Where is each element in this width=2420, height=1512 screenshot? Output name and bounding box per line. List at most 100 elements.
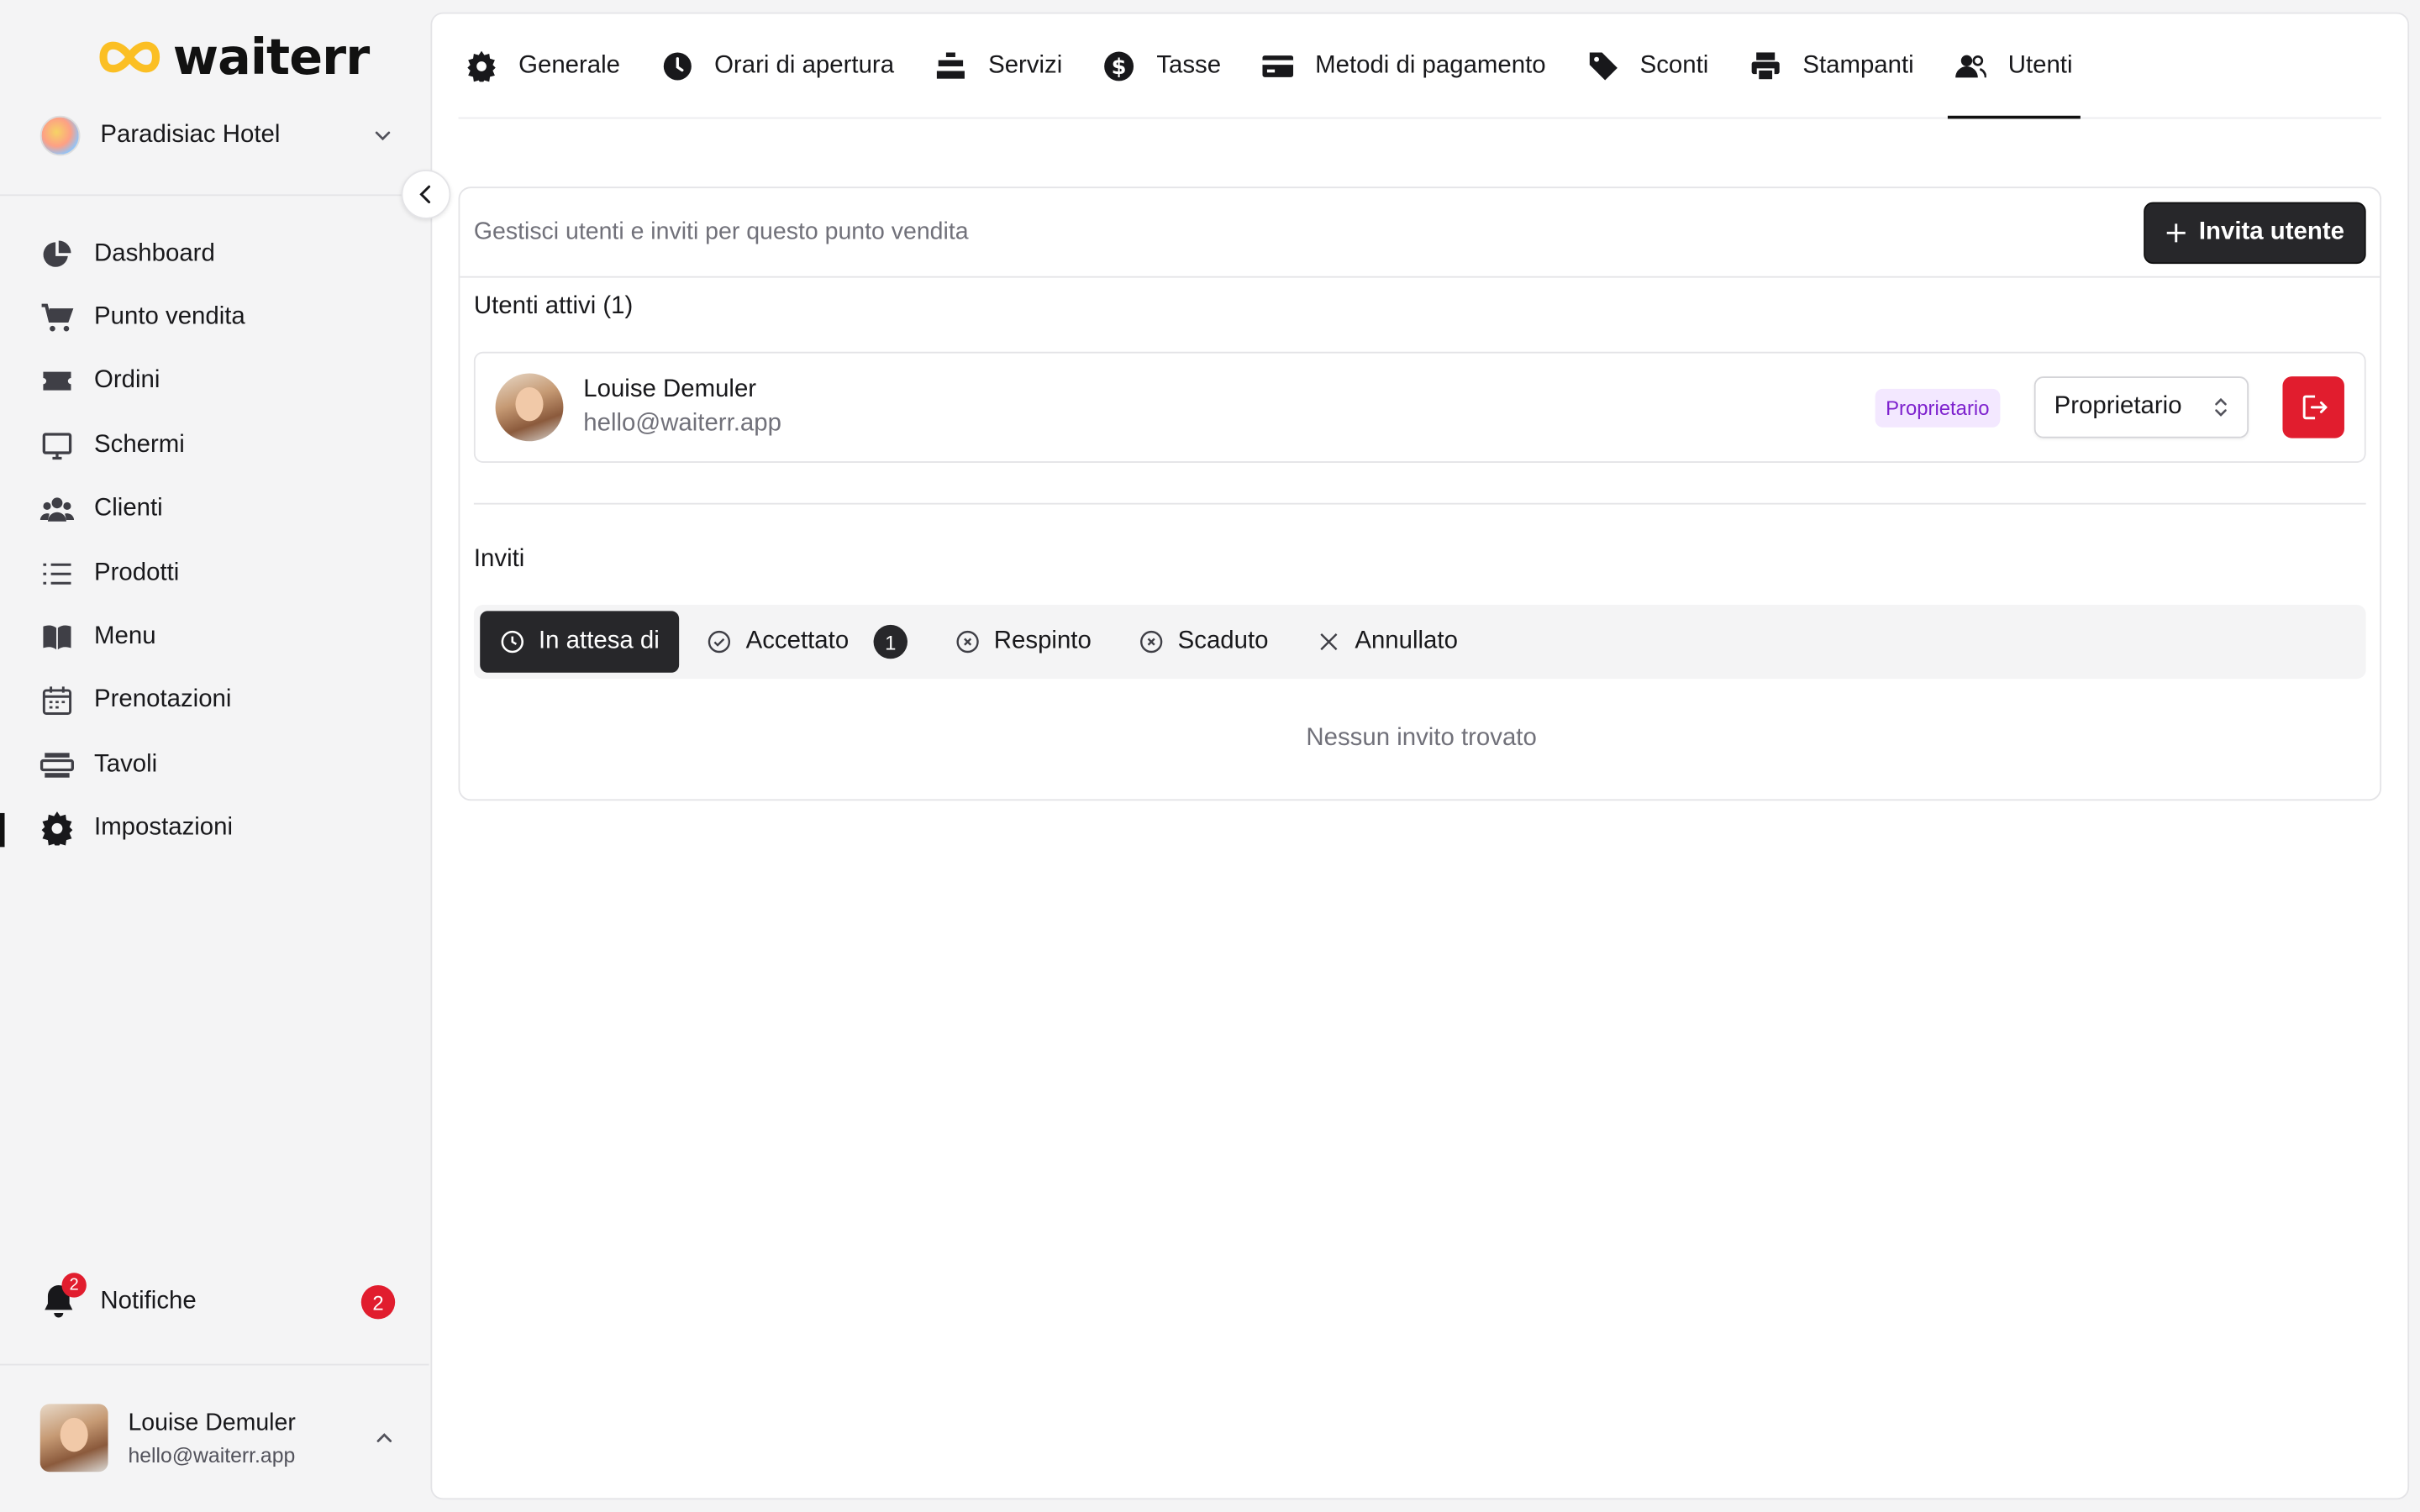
filter-count-badge: 1 (873, 624, 908, 659)
chevron-down-icon (375, 131, 391, 141)
sidebar-item-tavoli[interactable]: Tavoli (0, 733, 429, 797)
tab-metodi-pagamento[interactable]: Metodi di pagamento (1255, 14, 1553, 118)
empty-state-text: Nessun invito trovato (1306, 725, 1537, 752)
tab-orari[interactable]: Orari di apertura (654, 14, 902, 118)
user-name: Louise Demuler (583, 376, 757, 403)
filter-label: Respinto (993, 627, 1092, 654)
x-icon (1316, 629, 1340, 654)
svg-text:$: $ (1112, 54, 1127, 79)
tag-icon (1587, 50, 1618, 81)
list-icon (40, 556, 74, 590)
sidebar: waiterr Paradisiac Hotel Dashboard Punto… (0, 0, 429, 1512)
collapse-sidebar-button[interactable] (401, 170, 451, 219)
tab-label: Stampanti (1802, 51, 1914, 78)
store-switcher[interactable]: Paradisiac Hotel (39, 111, 395, 160)
role-badge: Proprietario (1875, 387, 2001, 427)
plus-icon (2166, 223, 2186, 242)
bell-badge: 2 (61, 1273, 87, 1298)
brand-logo[interactable]: waiterr (99, 28, 370, 87)
role-select-value: Proprietario (2054, 393, 2182, 420)
sidebar-nav: Dashboard Punto vendita Ordini Schermi C… (0, 222, 429, 860)
invites-title: Inviti (473, 546, 525, 573)
users-icon (39, 492, 75, 526)
notifications-label: Notifiche (100, 1288, 197, 1315)
filter-pending[interactable]: In attesa di (480, 611, 680, 673)
cloche-icon (936, 50, 967, 81)
remove-user-button[interactable] (2282, 376, 2344, 438)
tab-label: Generale (518, 51, 621, 78)
filter-expired[interactable]: Scaduto (1119, 611, 1289, 672)
sidebar-item-dashboard[interactable]: Dashboard (0, 222, 429, 286)
sidebar-item-impostazioni[interactable]: Impostazioni (0, 797, 429, 861)
role-select[interactable]: Proprietario (2033, 376, 2249, 438)
sidebar-item-prodotti[interactable]: Prodotti (0, 542, 429, 606)
x-circle-icon (1139, 629, 1164, 654)
book-icon (40, 620, 74, 654)
notifications-button[interactable]: 2 Notifiche 2 (40, 1273, 396, 1330)
tab-stampanti[interactable]: Stampanti (1743, 14, 1922, 118)
active-users-title: Utenti attivi (1) (473, 292, 634, 320)
filter-cancelled[interactable]: Annullato (1297, 611, 1478, 672)
settings-tabs: Generale Orari di apertura Servizi $ Tas… (458, 14, 2382, 119)
x-circle-icon (955, 629, 980, 654)
store-logo (39, 115, 81, 156)
sidebar-item-prenotazioni[interactable]: Prenotazioni (0, 669, 429, 733)
user-profile-menu[interactable]: Louise Demuler hello@waiterr.app (39, 1401, 395, 1475)
tab-label: Tasse (1156, 51, 1222, 78)
clock-icon (500, 629, 524, 654)
filter-rejected[interactable]: Respinto (935, 611, 1112, 672)
calendar-icon (40, 684, 74, 717)
sidebar-item-label: Punto vendita (94, 303, 245, 331)
chevron-updown-icon (2215, 397, 2227, 417)
card-description: Gestisci utenti e inviti per questo punt… (473, 218, 969, 245)
filter-label: Accettato (745, 627, 850, 654)
tab-tasse[interactable]: $ Tasse (1097, 14, 1229, 118)
tab-label: Sconti (1639, 51, 1709, 78)
invite-status-filter: In attesa di Accettato 1 Respinto Scadut… (473, 604, 2366, 680)
avatar (495, 373, 564, 442)
users-card: Gestisci utenti e inviti per questo punt… (458, 186, 2382, 801)
brand-name: waiterr (172, 28, 371, 87)
gear-icon (466, 50, 497, 81)
check-circle-icon (708, 629, 732, 654)
sidebar-item-menu[interactable]: Menu (0, 606, 429, 669)
filter-accepted[interactable]: Accettato 1 (687, 611, 928, 672)
notifications-count-badge: 2 (360, 1284, 396, 1320)
chevron-left-icon (419, 185, 431, 204)
sidebar-item-label: Schermi (94, 432, 185, 459)
cart-icon (40, 301, 74, 334)
sidebar-item-label: Prodotti (94, 559, 180, 586)
tab-label: Orari di apertura (714, 51, 895, 78)
sidebar-item-label: Ordini (94, 367, 160, 395)
bell-icon: 2 (40, 1273, 87, 1322)
invite-user-button[interactable]: Invita utente (2143, 201, 2366, 264)
store-name: Paradisiac Hotel (100, 122, 281, 149)
tab-utenti[interactable]: Utenti (1948, 14, 2081, 119)
user-row: Louise Demuler hello@waiterr.app Proprie… (473, 351, 2366, 464)
users-icon (1955, 50, 1987, 81)
credit-card-icon (1262, 50, 1294, 81)
sidebar-item-label: Tavoli (94, 751, 158, 778)
tab-label: Utenti (2007, 51, 2073, 78)
tab-label: Servizi (988, 51, 1063, 78)
sidebar-item-label: Menu (94, 623, 156, 650)
sidebar-item-schermi[interactable]: Schermi (0, 414, 429, 478)
sidebar-item-label: Dashboard (94, 239, 215, 267)
table-icon (39, 748, 74, 781)
invite-user-label: Invita utente (2198, 218, 2344, 245)
section-divider (473, 502, 2366, 505)
sidebar-item-label: Prenotazioni (94, 687, 232, 714)
logout-icon (2302, 395, 2328, 420)
ticket-icon (40, 365, 74, 398)
card-header: Gestisci utenti e inviti per questo punt… (460, 188, 2381, 278)
tab-generale[interactable]: Generale (458, 14, 628, 118)
sidebar-item-ordini[interactable]: Ordini (0, 350, 429, 414)
tab-servizi[interactable]: Servizi (928, 14, 1070, 118)
filter-label: In attesa di (539, 627, 660, 654)
sidebar-item-clienti[interactable]: Clienti (0, 478, 429, 542)
profile-name: Louise Demuler (128, 1409, 296, 1436)
sidebar-item-punto-vendita[interactable]: Punto vendita (0, 286, 429, 350)
sidebar-item-label: Impostazioni (94, 815, 234, 842)
printer-icon (1750, 50, 1781, 81)
tab-sconti[interactable]: Sconti (1580, 14, 1716, 118)
